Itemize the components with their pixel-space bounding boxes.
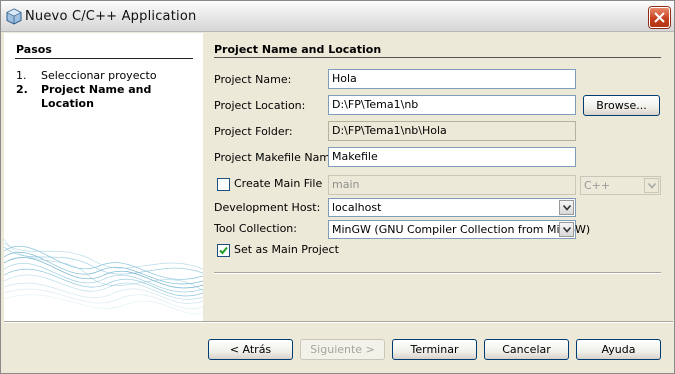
footer-divider-highlight [4,322,673,323]
decorative-waves-image [4,238,203,315]
tool-collection-value: MinGW (GNU Compiler Collection from MinG… [332,223,591,236]
close-button[interactable] [649,7,670,28]
step-label: Seleccionar proyecto [41,69,157,82]
main-project-label[interactable]: Set as Main Project [234,243,339,256]
panel-title: Project Name and Location [214,43,382,56]
title-bar[interactable]: Nuevo C/C++ Application [1,1,674,32]
checkmark-icon [219,246,228,255]
browse-button[interactable]: Browse... [583,95,660,116]
language-value: C++ [584,179,611,192]
project-name-label: Project Name: [214,73,292,86]
window-title: Nuevo C/C++ Application [25,9,197,24]
main-project-checkbox[interactable] [217,244,230,257]
create-main-label[interactable]: Create Main File [234,177,322,190]
steps-heading: Pasos [16,43,52,56]
chevron-down-icon[interactable] [559,222,574,237]
chevron-down-icon[interactable] [559,200,574,215]
project-location-label: Project Location: [214,99,306,112]
create-main-checkbox[interactable] [217,178,230,191]
chevron-down-icon [644,178,659,193]
steps-panel: Pasos 1. Seleccionar proyecto 2. Project… [4,33,203,321]
project-name-input[interactable]: Hola [328,69,576,89]
project-location-input[interactable]: D:\FP\Tema1\nb [328,95,576,115]
close-icon [654,12,665,23]
step-label: Project Name and Location [41,83,152,110]
dialog-window: Nuevo C/C++ Application Pasos 1. Selecci… [0,0,675,374]
next-button[interactable]: Siguiente > [300,339,385,360]
step-number: 1. [16,69,27,82]
language-select: C++ [580,176,661,195]
project-folder-field: D:\FP\Tema1\nb\Hola [328,121,576,141]
tool-collection-label: Tool Collection: [214,222,297,235]
makefile-name-input[interactable]: Makefile [328,147,576,167]
netbeans-icon [6,8,22,25]
finish-button[interactable]: Terminar [392,339,477,360]
help-button[interactable]: Ayuda [576,339,661,360]
panel-title-divider [214,57,661,58]
development-host-label: Development Host: [214,201,321,214]
project-folder-label: Project Folder: [214,125,293,138]
panel-bottom-divider-highlight [214,273,661,274]
cancel-button[interactable]: Cancelar [484,339,569,360]
development-host-select[interactable]: localhost [328,198,576,217]
tool-collection-select[interactable]: MinGW (GNU Compiler Collection from MinG… [328,220,590,239]
makefile-name-label: Project Makefile Name: [214,151,341,164]
steps-divider [15,58,193,59]
development-host-value: localhost [332,201,382,214]
step-number: 2. [16,83,28,96]
main-file-input: main [328,175,576,195]
back-button[interactable]: < Atrás [208,339,293,360]
